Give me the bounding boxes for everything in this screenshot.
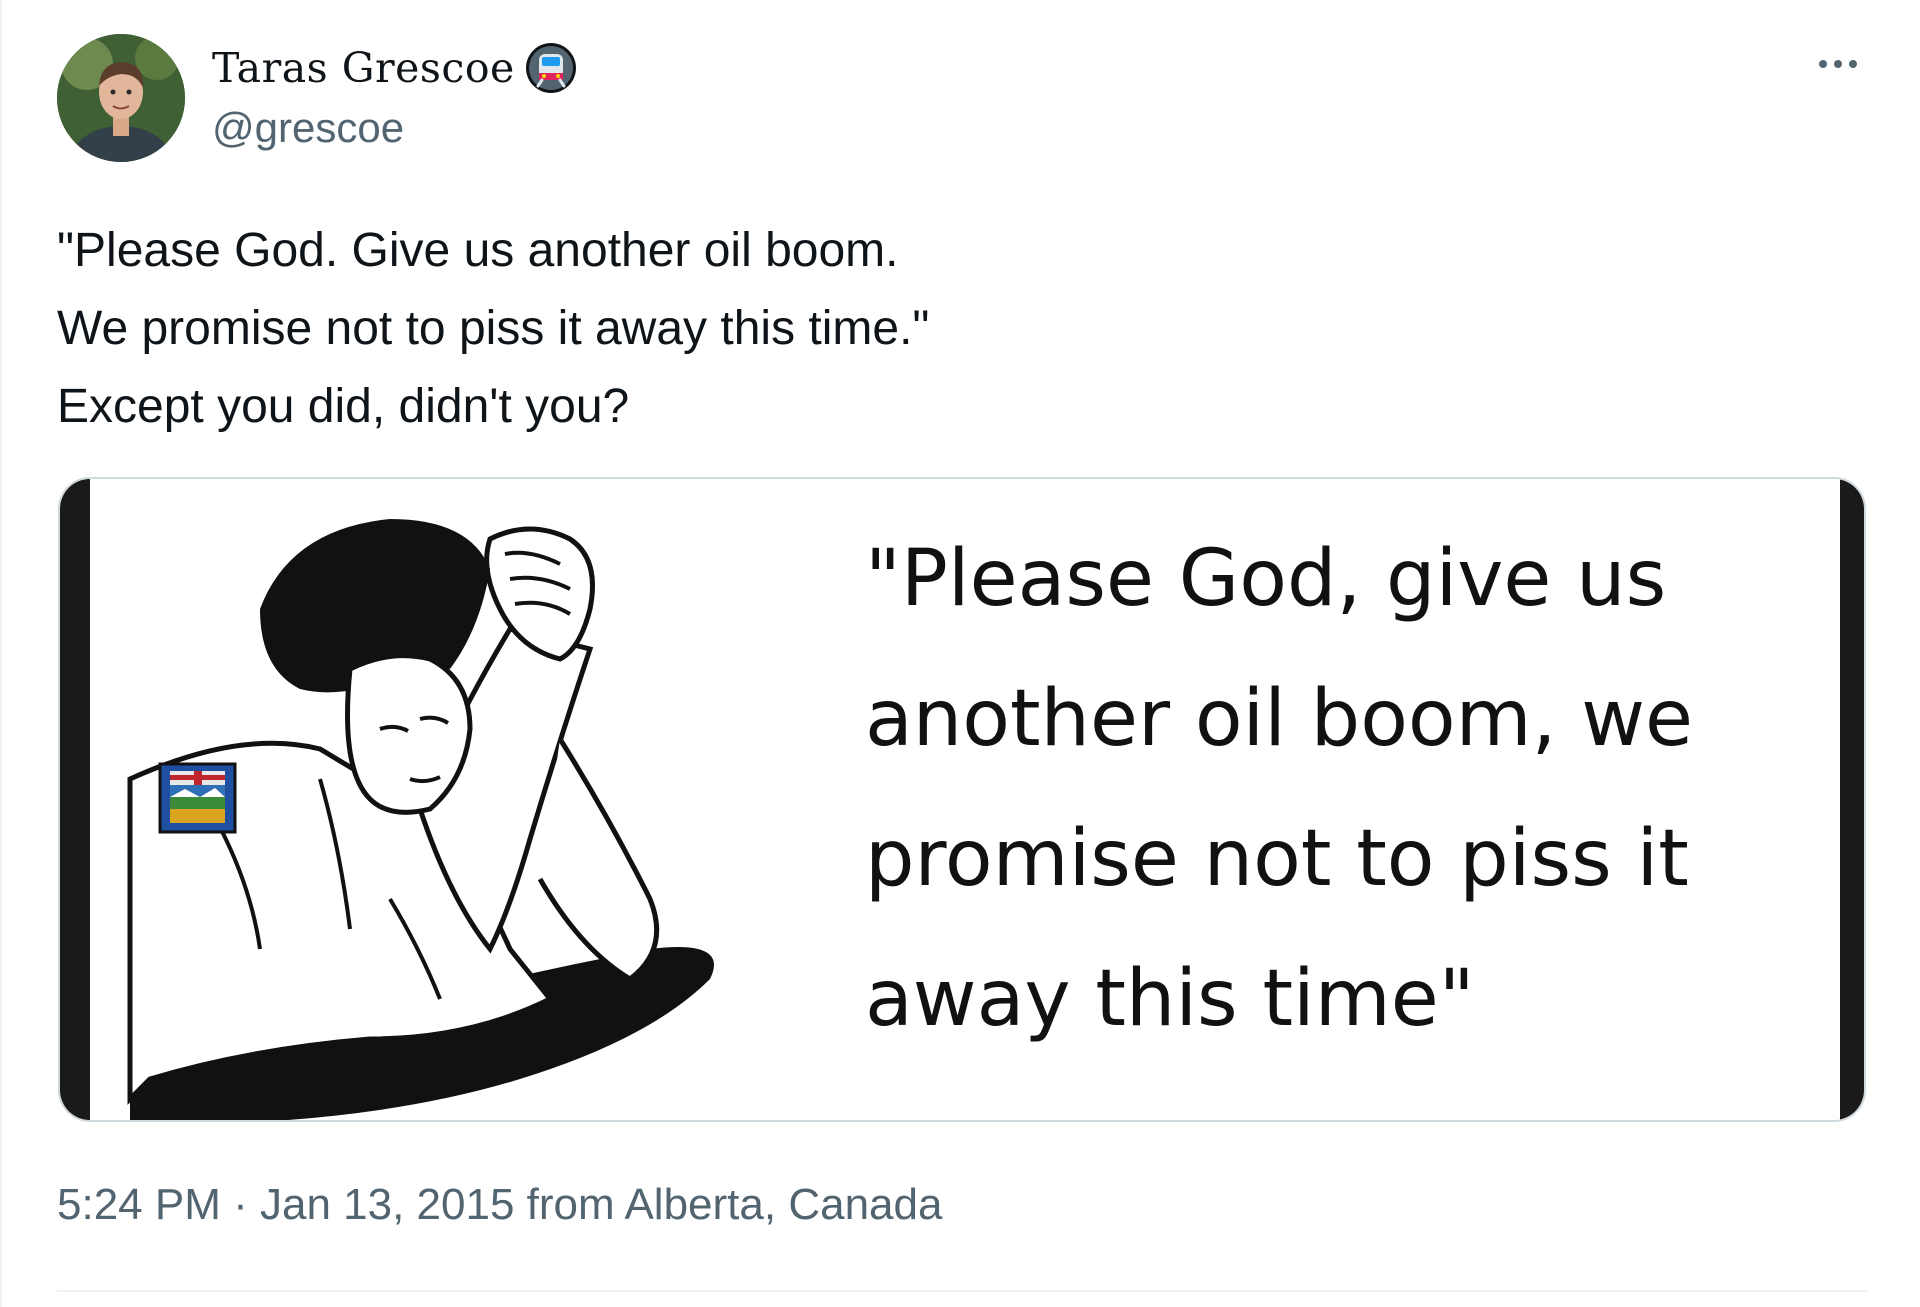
author-name-row: Taras Grescoe [212,42,577,94]
more-dots-icon[interactable] [1808,44,1868,84]
tweet-line: Except you did, didn't you? [57,380,630,433]
profile-photo [57,34,185,162]
caption-line: "Please God, give us [865,534,1667,624]
tweet-card: Taras Grescoe @grescoe "Please God. Give… [0,0,1920,1307]
avatar[interactable] [57,34,185,162]
tweet-line: We promise not to piss it away this time… [57,302,930,355]
divider [57,1290,1867,1292]
caption-line: another oil boom, we [865,674,1693,764]
author-display-name[interactable]: Taras Grescoe [212,44,515,92]
tweet-line: "Please God. Give us another oil boom. [57,224,899,277]
caption-line: away this time" [865,954,1475,1044]
tweet-metadata: 5:24 PM · Jan 13, 2015 from Alberta, Can… [57,1180,942,1230]
tweet-time[interactable]: 5:24 PM [57,1180,221,1230]
tweet-date[interactable]: Jan 13, 2015 [260,1180,514,1230]
tweet-location: from Alberta, Canada [514,1180,943,1229]
tweet-image[interactable]: "Please God, give us another oil boom, we… [58,477,1866,1122]
train-icon [525,42,577,94]
caption-line: promise not to piss it [865,814,1689,904]
alberta-flag-patch [158,762,237,834]
tweet-text: "Please God. Give us another oil boom. We… [57,212,929,446]
author-handle[interactable]: @grescoe [212,104,404,152]
praying-man-illustration [127,519,714,1120]
meta-separator: · [220,1180,260,1229]
image-caption: "Please God, give us another oil boom, we… [865,509,1845,1069]
image-border-left [60,479,90,1120]
